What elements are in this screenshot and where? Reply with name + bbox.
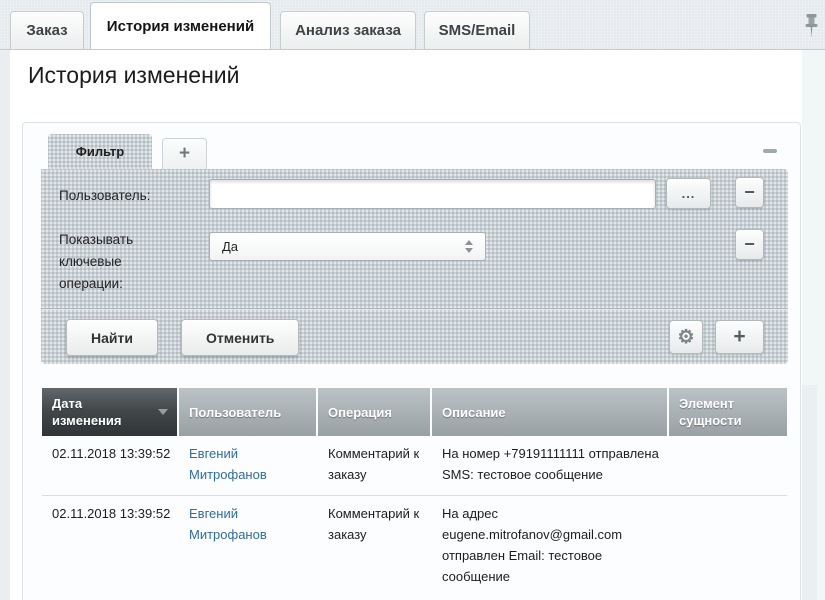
key-operations-select[interactable]: Да: [209, 232, 486, 261]
column-header-operation[interactable]: Операция: [318, 388, 430, 436]
table-row: 02.11.2018 13:39:52 Евгений Митрофанов К…: [42, 496, 787, 597]
cell-date: 02.11.2018 13:39:52: [42, 436, 177, 495]
cell-entity: [669, 436, 787, 495]
tab-order-analysis[interactable]: Анализ заказа: [280, 11, 416, 49]
column-header-date[interactable]: Дата изменения: [42, 388, 177, 436]
remove-key-operations-filter-button[interactable]: −: [735, 229, 764, 260]
filter-panel: Пользователь: ... − Показывать ключевые …: [41, 169, 788, 364]
order-history-window: Заказ История изменений Анализ заказа SM…: [0, 0, 825, 600]
pin-icon[interactable]: [804, 13, 819, 40]
browse-users-button[interactable]: ...: [666, 178, 711, 209]
cell-operation: Комментарий к заказу: [318, 496, 430, 597]
add-filter-tab-button[interactable]: +: [162, 138, 207, 169]
user-input[interactable]: [209, 179, 656, 209]
cell-date: 02.11.2018 13:39:52: [42, 496, 177, 597]
user-field-label: Пользователь:: [59, 188, 150, 203]
main-tab-bar: Заказ История изменений Анализ заказа SM…: [0, 0, 825, 50]
filter-tab[interactable]: Фильтр: [48, 134, 152, 169]
cell-entity: [669, 496, 787, 597]
history-table-body: 02.11.2018 13:39:52 Евгений Митрофанов К…: [42, 436, 787, 597]
tab-sms-email[interactable]: SMS/Email: [424, 11, 530, 49]
cell-user-link[interactable]: Евгений Митрофанов: [179, 436, 316, 495]
add-filter-field-button[interactable]: +: [715, 320, 764, 354]
table-row: 02.11.2018 13:39:52 Евгений Митрофанов К…: [42, 436, 787, 496]
key-operations-value: Да: [222, 239, 238, 254]
column-header-entity[interactable]: Элемент сущности: [669, 388, 787, 436]
page-title: История изменений: [28, 62, 239, 89]
cell-description: На адрес eugene.mitrofanov@gmail.com отп…: [432, 496, 667, 597]
column-header-user[interactable]: Пользователь: [179, 388, 316, 436]
page-left-margin: [0, 50, 10, 600]
key-operations-label: Показывать ключевые операции:: [59, 229, 175, 295]
filter-divider: [41, 308, 788, 310]
tab-change-history[interactable]: История изменений: [90, 2, 271, 49]
collapse-filter-icon[interactable]: [763, 149, 777, 153]
select-spinner-icon: [465, 240, 473, 253]
column-header-description[interactable]: Описание: [432, 388, 667, 436]
cell-operation: Комментарий к заказу: [318, 436, 430, 495]
cell-description: На номер +79191111111 отправлена SMS: те…: [432, 436, 667, 495]
tab-order[interactable]: Заказ: [10, 11, 84, 49]
sort-desc-icon: [158, 409, 168, 415]
remove-user-filter-button[interactable]: −: [735, 177, 764, 208]
find-button[interactable]: Найти: [66, 319, 158, 356]
gear-icon[interactable]: ⚙: [669, 320, 703, 354]
scrollbar-track[interactable]: [802, 385, 817, 600]
cancel-button[interactable]: Отменить: [181, 319, 299, 356]
cell-user-link[interactable]: Евгений Митрофанов: [179, 496, 316, 597]
history-table-header: Дата изменения Пользователь Операция Опи…: [42, 388, 787, 436]
column-header-date-label: Дата изменения: [52, 395, 151, 429]
